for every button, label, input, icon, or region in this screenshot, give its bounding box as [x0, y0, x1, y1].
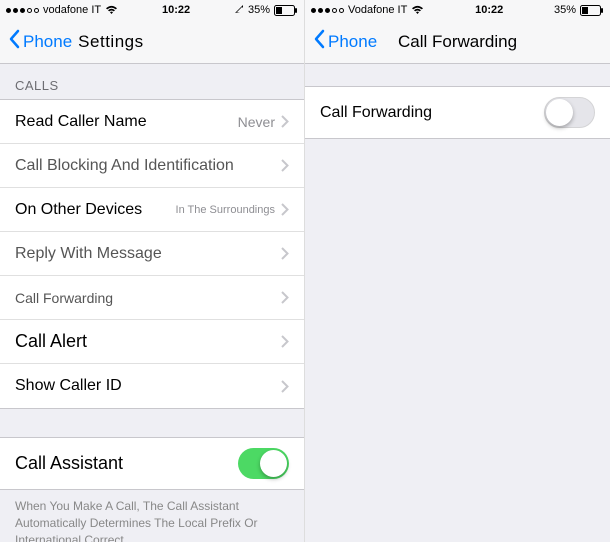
row-call-forwarding[interactable]: Call Forwarding: [0, 276, 304, 320]
row-label: Call Forwarding: [15, 290, 113, 306]
row-label: Call Alert: [15, 331, 87, 352]
row-label: Read Caller Name: [15, 113, 147, 131]
row-label: On Other Devices: [15, 201, 142, 219]
status-bar: Vodafone IT 10:22 35%: [305, 0, 610, 20]
back-button[interactable]: Phone: [313, 29, 377, 54]
row-label: Call Forwarding: [320, 104, 432, 122]
status-left: Vodafone IT: [311, 4, 424, 16]
assistant-footer-note: When You Make A Call, The Call Assistant…: [0, 490, 304, 542]
row-label: Reply With Message: [15, 245, 162, 263]
section-header-calls: CALLS: [0, 64, 304, 99]
row-call-forwarding-toggle: Call Forwarding: [305, 87, 610, 138]
row-label: Call Assistant: [15, 453, 123, 474]
chevron-right-icon: [281, 115, 289, 128]
row-other-devices[interactable]: On Other Devices In The Surroundings: [0, 188, 304, 232]
signal-dots-icon: [6, 8, 39, 13]
chevron-right-icon: [281, 380, 289, 393]
row-label: Call Blocking And Identification: [15, 157, 234, 175]
left-screen: vodafone IT 10:22 35% P: [0, 0, 305, 542]
row-call-alert[interactable]: Call Alert: [0, 320, 304, 364]
group-assistant: Call Assistant: [0, 437, 304, 490]
row-call-assistant: Call Assistant: [0, 438, 304, 489]
chevron-left-icon: [8, 29, 20, 54]
content: CALLS Read Caller Name Never Call Blocki…: [0, 64, 304, 542]
row-show-caller-id[interactable]: Show Caller ID: [0, 364, 304, 408]
right-screen: Vodafone IT 10:22 35% Phone Call Forwar: [305, 0, 610, 542]
chevron-right-icon: [281, 159, 289, 172]
status-right: 35%: [234, 4, 298, 17]
row-reply-with-message[interactable]: Reply With Message: [0, 232, 304, 276]
nav-bar: Phone Settings: [0, 20, 304, 64]
back-button[interactable]: Phone Settings: [8, 29, 144, 54]
status-time: 10:22: [162, 4, 190, 16]
signal-dots-icon: [311, 8, 344, 13]
row-call-blocking[interactable]: Call Blocking And Identification: [0, 144, 304, 188]
page-title: Settings: [78, 32, 143, 52]
call-assistant-toggle[interactable]: [238, 448, 289, 479]
row-detail: Never: [238, 114, 275, 130]
status-time: 10:22: [475, 4, 503, 16]
battery-pct: 35%: [554, 4, 576, 16]
page-title: Call Forwarding: [398, 32, 517, 52]
nav-arrow-icon: [234, 4, 244, 17]
row-read-caller-name[interactable]: Read Caller Name Never: [0, 100, 304, 144]
status-left: vodafone IT: [6, 4, 118, 16]
back-label: Phone: [328, 32, 377, 52]
row-label: Show Caller ID: [15, 377, 122, 395]
call-forwarding-toggle[interactable]: [544, 97, 595, 128]
content: Call Forwarding: [305, 64, 610, 542]
back-label: Phone: [23, 32, 72, 52]
chevron-right-icon: [281, 247, 289, 260]
wifi-icon: [105, 5, 118, 15]
battery-icon: [580, 5, 604, 16]
chevron-left-icon: [313, 29, 325, 54]
carrier-label: Vodafone IT: [348, 4, 407, 16]
chevron-right-icon: [281, 291, 289, 304]
wifi-icon: [411, 5, 424, 15]
group-calls: Read Caller Name Never Call Blocking And…: [0, 99, 304, 409]
battery-icon: [274, 5, 298, 16]
nav-bar: Phone Call Forwarding: [305, 20, 610, 64]
row-detail: In The Surroundings: [176, 204, 275, 216]
chevron-right-icon: [281, 335, 289, 348]
status-right: 35%: [554, 4, 604, 16]
group-call-forwarding: Call Forwarding: [305, 86, 610, 139]
battery-pct: 35%: [248, 4, 270, 16]
carrier-label: vodafone IT: [43, 4, 101, 16]
status-bar: vodafone IT 10:22 35%: [0, 0, 304, 20]
chevron-right-icon: [281, 203, 289, 216]
